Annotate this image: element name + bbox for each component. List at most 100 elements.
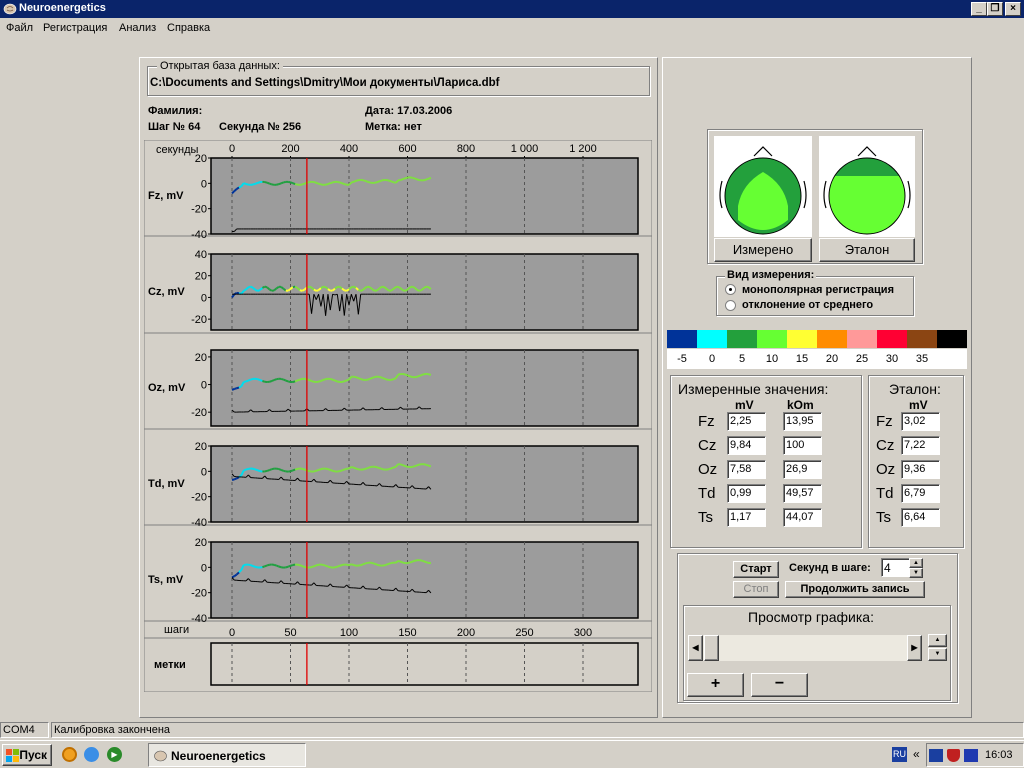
scroll-left-button[interactable]: ◀: [688, 635, 703, 661]
menu-registration[interactable]: Регистрация: [43, 22, 107, 34]
lead-label: Fz: [876, 413, 893, 430]
quicklaunch-media-icon[interactable]: ▶: [107, 747, 122, 762]
tray-network-icon[interactable]: [929, 749, 943, 762]
signal-trace: [407, 374, 411, 378]
signal-trace: [411, 559, 415, 563]
menu-help[interactable]: Справка: [167, 22, 210, 34]
taskbar-app-button[interactable]: Neuroenergetics: [148, 743, 306, 767]
signal-trace: [402, 464, 406, 467]
signal-trace: [301, 565, 305, 568]
maximize-button[interactable]: ❐: [987, 2, 1003, 16]
scroll-thumb[interactable]: [704, 635, 719, 661]
scroll-right-button[interactable]: ▶: [907, 635, 922, 661]
signal-trace: [351, 285, 354, 289]
signal-trace: [325, 183, 329, 186]
quicklaunch-ie-icon[interactable]: [84, 747, 99, 762]
signal-trace: [275, 285, 280, 290]
menu-file[interactable]: Файл: [6, 22, 33, 34]
channel-label: Cz, mV: [148, 286, 185, 298]
signal-trace: [341, 182, 345, 186]
signal-trace: [322, 563, 326, 567]
signal-trace: [294, 467, 298, 471]
signal-trace: [353, 285, 357, 289]
standard-mv-field[interactable]: 3,02: [901, 412, 940, 431]
close-button[interactable]: ×: [1005, 2, 1021, 16]
measured-kom-field[interactable]: 49,57: [783, 484, 822, 503]
bottom-tick-label: 250: [515, 627, 533, 639]
bottom-tick-label: 100: [340, 627, 358, 639]
signal-trace: [269, 380, 273, 383]
stop-button[interactable]: Стоп: [733, 581, 779, 598]
measured-mv-field[interactable]: 9,84: [727, 436, 766, 455]
signal-trace: [402, 177, 406, 181]
status-message: Калибровка закончена: [51, 722, 1024, 738]
signal-trace: [315, 181, 319, 185]
spin-up-button[interactable]: ▲: [928, 634, 947, 647]
standard-mv-field[interactable]: 6,64: [901, 508, 940, 527]
status-port: COM4: [0, 722, 49, 738]
measured-kom-field[interactable]: 100: [783, 436, 822, 455]
color-swatch: [757, 330, 787, 348]
signal-trace: [428, 176, 432, 180]
top-tick-label: 800: [457, 143, 475, 155]
signal-trace: [257, 288, 261, 292]
lead-label: Cz: [698, 437, 717, 454]
y-tick-label: 20: [195, 441, 207, 453]
seconds-up-button[interactable]: ▲: [909, 558, 923, 568]
signal-trace: [292, 182, 296, 185]
y-tick-label: 20: [195, 271, 207, 283]
signal-trace: [365, 179, 369, 183]
radio-monopolar-label: монополярная регистрация: [742, 284, 894, 296]
menu-analysis[interactable]: Анализ: [119, 22, 156, 34]
y-tick-label: -20: [191, 492, 207, 504]
app-brain-icon: [3, 3, 17, 15]
start-menu-button[interactable]: Пуск: [2, 744, 52, 766]
signal-trace: [332, 378, 336, 382]
tray-monitor-icon[interactable]: [964, 749, 978, 762]
tray-shield-icon[interactable]: [947, 749, 960, 762]
measured-mv-field[interactable]: 1,17: [727, 508, 766, 527]
continue-recording-button[interactable]: Продолжить запись: [785, 581, 925, 598]
seconds-per-step-input[interactable]: 4: [881, 558, 911, 577]
minimize-button[interactable]: _: [971, 2, 987, 16]
radio-monopolar[interactable]: [725, 284, 736, 295]
signal-trace: [348, 563, 352, 567]
color-scale-label: 30: [885, 353, 899, 365]
preview-scrollbar[interactable]: ◀ ▶: [687, 634, 923, 662]
signal-trace: [299, 289, 303, 292]
signal-trace: [320, 379, 324, 382]
signal-trace: [332, 180, 336, 184]
signal-trace: [238, 185, 242, 189]
measured-kom-field[interactable]: 44,07: [783, 508, 822, 527]
start-button[interactable]: Старт: [733, 561, 779, 578]
signal-trace: [278, 468, 282, 471]
signal-trace: [315, 469, 319, 472]
measured-mv-field[interactable]: 2,25: [727, 412, 766, 431]
tray-expand-icon[interactable]: «: [913, 747, 920, 761]
standard-mv-field[interactable]: 7,22: [901, 436, 940, 455]
signal-trace: [402, 289, 406, 292]
signal-trace: [371, 288, 376, 292]
signal-trace: [426, 285, 429, 289]
measured-kom-field[interactable]: 13,95: [783, 412, 822, 431]
measured-kom-field[interactable]: 26,9: [783, 460, 822, 479]
standard-mv-field[interactable]: 6,79: [901, 484, 940, 503]
measured-button[interactable]: Измерено: [714, 238, 812, 262]
measured-mv-field[interactable]: 0,99: [727, 484, 766, 503]
standard-button[interactable]: Эталон: [819, 238, 915, 262]
quicklaunch-clock-icon[interactable]: [62, 747, 77, 762]
standard-mv-field[interactable]: 9,36: [901, 460, 940, 479]
signal-trace: [351, 180, 354, 184]
signal-trace: [248, 285, 252, 289]
zoom-in-button[interactable]: +: [687, 673, 744, 697]
signal-trace: [404, 288, 408, 292]
measured-mv-field[interactable]: 7,58: [727, 460, 766, 479]
zoom-out-button[interactable]: −: [751, 673, 808, 697]
spin-down-button[interactable]: ▼: [928, 648, 947, 661]
signal-trace: [271, 467, 275, 471]
radio-deviation[interactable]: [725, 300, 736, 311]
signal-trace: [273, 378, 277, 381]
language-indicator[interactable]: RU: [892, 747, 907, 762]
signal-trace: [320, 467, 324, 471]
seconds-down-button[interactable]: ▼: [909, 568, 923, 578]
